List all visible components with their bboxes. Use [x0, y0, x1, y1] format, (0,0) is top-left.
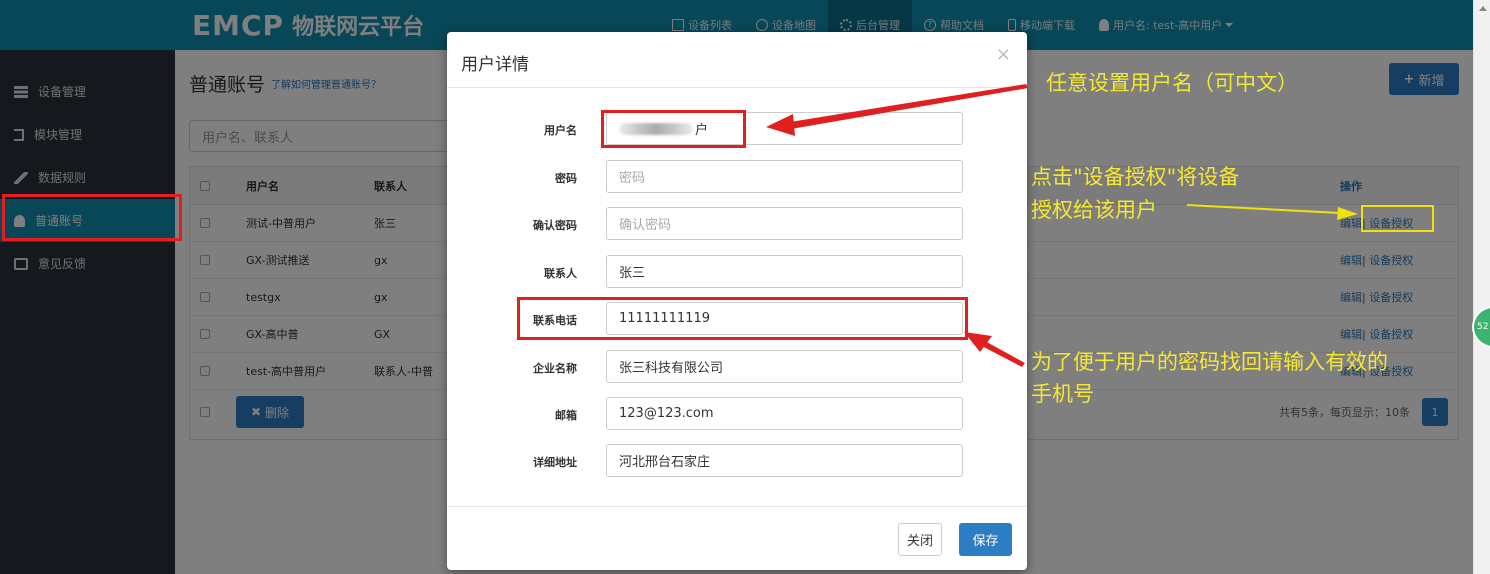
annotation-auth-line1: 点击"设备授权"将设备 [1031, 165, 1240, 189]
company-input[interactable]: 张三科技有限公司 [606, 350, 963, 383]
form-row-email: 邮箱 123@123.com [447, 397, 1027, 431]
save-button[interactable]: 保存 [959, 523, 1012, 556]
annotation-username: 任意设置用户名（可中文） [1046, 71, 1298, 95]
address-input[interactable]: 河北邢台石家庄 [606, 444, 963, 477]
label-address: 详细地址 [533, 456, 577, 469]
form-row-address: 详细地址 河北邢台石家庄 [447, 444, 1027, 478]
label-company: 企业名称 [533, 362, 577, 375]
modal-footer: 关闭 保存 [447, 506, 1027, 570]
confirm-password-input[interactable]: 确认密码 [606, 207, 963, 240]
label-password: 密码 [555, 172, 577, 185]
modal-header: 用户详情 × [447, 32, 1027, 88]
highlight-box-sidebar [2, 194, 182, 241]
close-button[interactable]: 关闭 [898, 523, 942, 556]
label-username: 用户名 [544, 124, 577, 137]
page-scrollbar[interactable] [1473, 0, 1490, 574]
form-row-confirm-password: 确认密码 确认密码 [447, 207, 1027, 241]
email-input[interactable]: 123@123.com [606, 397, 963, 430]
annotation-phone-line2: 手机号 [1031, 382, 1094, 406]
modal-close-icon[interactable]: × [996, 44, 1011, 65]
form-row-contact: 联系人 张三 [447, 255, 1027, 289]
highlight-box-username [601, 110, 746, 148]
label-email: 邮箱 [555, 409, 577, 422]
form-row-password: 密码 密码 [447, 160, 1027, 194]
contact-input[interactable]: 张三 [606, 255, 963, 288]
annotation-auth-line2: 授权给该用户 [1031, 198, 1157, 222]
scroll-up-icon[interactable] [1479, 6, 1487, 11]
modal-title: 用户详情 [461, 55, 529, 75]
highlight-box-phone [517, 297, 968, 340]
label-contact: 联系人 [544, 267, 577, 280]
highlight-box-device-auth [1361, 205, 1434, 232]
annotation-phone-line1: 为了便于用户的密码找回请输入有效的 [1031, 350, 1388, 374]
label-confirm-password: 确认密码 [533, 219, 577, 232]
password-input[interactable]: 密码 [606, 160, 963, 193]
form-row-company: 企业名称 张三科技有限公司 [447, 350, 1027, 384]
